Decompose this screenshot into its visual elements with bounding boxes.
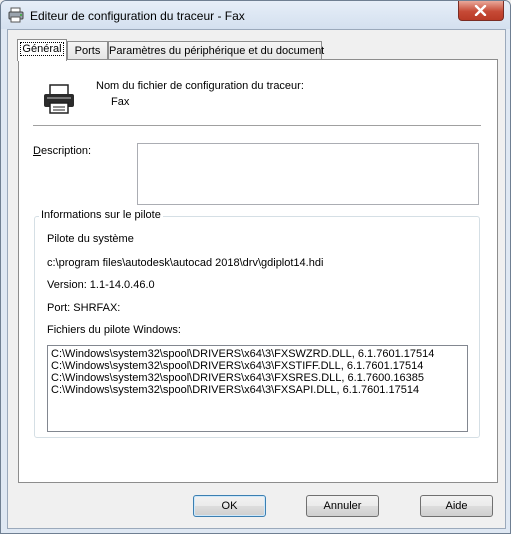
system-driver-label: Pilote du système	[47, 233, 134, 245]
config-file-label: Nom du fichier de configuration du trace…	[96, 80, 304, 92]
ok-button-label: OK	[221, 500, 238, 512]
cancel-button-label: Annuler	[323, 500, 362, 512]
tab-device-document-settings[interactable]: Paramètres du périphérique et du documen…	[108, 41, 325, 60]
tab-ports-label: Ports	[74, 45, 101, 57]
list-item[interactable]: C:\Windows\system32\spool\DRIVERS\x64\3\…	[51, 384, 464, 396]
tab-device-document-settings-label: Paramètres du périphérique et du documen…	[109, 45, 325, 57]
windows-driver-files-list[interactable]: C:\Windows\system32\spool\DRIVERS\x64\3\…	[47, 345, 468, 432]
help-button-label: Aide	[445, 500, 468, 512]
config-file-value: Fax	[111, 96, 130, 108]
tab-general[interactable]: Général	[17, 39, 67, 61]
ok-button[interactable]: OK	[193, 495, 266, 517]
cancel-button[interactable]: Annuler	[306, 495, 379, 517]
separator	[33, 125, 481, 127]
description-label: Description:	[33, 145, 92, 157]
plotter-config-editor-window: Editeur de configuration du traceur - Fa…	[0, 0, 511, 534]
driver-path: c:\program files\autodesk\autocad 2018\d…	[47, 257, 324, 269]
description-field[interactable]	[137, 143, 479, 205]
help-button[interactable]: Aide	[420, 495, 493, 517]
list-item[interactable]: C:\Windows\system32\spool\DRIVERS\x64\3\…	[51, 360, 464, 372]
driver-info-group-title: Informations sur le pilote	[39, 209, 163, 221]
printer-icon	[42, 83, 76, 115]
port-text: Port: SHRFAX:	[47, 302, 121, 314]
window-title: Editeur de configuration du traceur - Fa…	[30, 9, 245, 23]
list-item[interactable]: C:\Windows\system32\spool\DRIVERS\x64\3\…	[51, 348, 464, 360]
tab-general-label: Général	[20, 42, 64, 56]
tab-ports[interactable]: Ports	[67, 41, 108, 60]
close-button[interactable]	[458, 1, 504, 21]
plotter-config-icon	[8, 7, 24, 23]
list-item[interactable]: C:\Windows\system32\spool\DRIVERS\x64\3\…	[51, 372, 464, 384]
title-bar[interactable]: Editeur de configuration du traceur - Fa…	[1, 1, 510, 29]
version-text: Version: 1.1-14.0.46.0	[47, 279, 155, 291]
windows-driver-files-label: Fichiers du pilote Windows:	[47, 324, 181, 336]
close-icon	[474, 5, 487, 16]
